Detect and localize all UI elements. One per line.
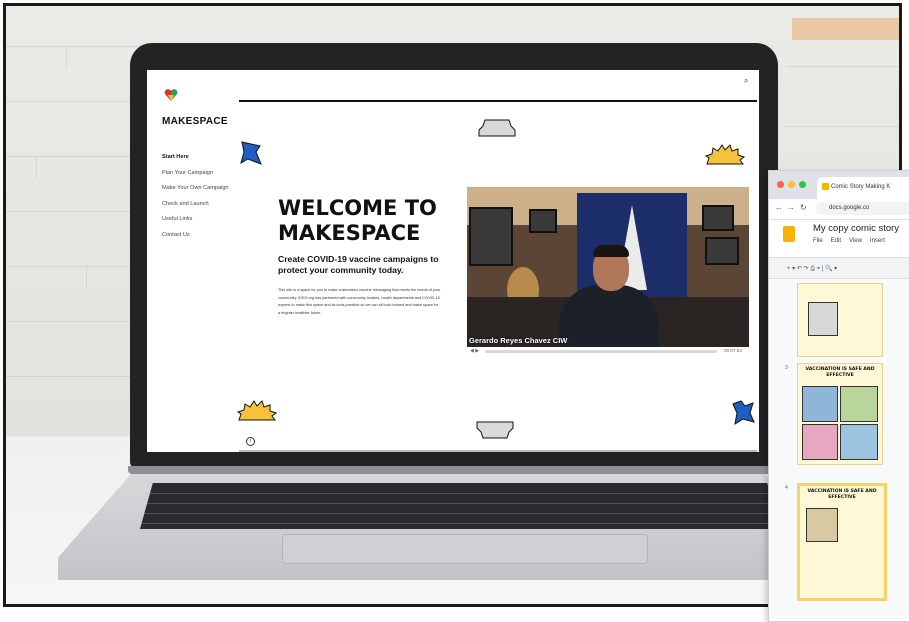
laptop-hinge	[128, 466, 780, 474]
comic-panel	[806, 508, 838, 542]
video-caption: Gerardo Reyes Chavez CIW	[469, 336, 568, 345]
video-frame-bg	[702, 205, 734, 231]
key-row	[140, 523, 780, 524]
hero-subtitle: Create COVID-19 vaccine campaigns to pro…	[278, 254, 439, 275]
laptop-trackpad	[282, 534, 648, 564]
wall-line	[6, 46, 146, 47]
blue-star-shape	[240, 141, 262, 165]
close-window-icon[interactable]	[777, 181, 784, 188]
forward-arrow-icon[interactable]: →	[787, 203, 795, 212]
laptop-keyboard	[140, 483, 780, 529]
url-field[interactable]: docs.google.co	[815, 202, 909, 215]
wall-line	[36, 156, 37, 178]
video-frame-bg	[529, 209, 557, 233]
wall-line	[6, 321, 146, 322]
slide-title: VACCINATION IS SAFE AND EFFECTIVE	[807, 489, 877, 500]
slide-number: 4	[785, 485, 788, 491]
slide-thumbnail[interactable]: VACCINATION IS SAFE AND EFFECTIVE	[797, 363, 883, 465]
gray-trapezoid-shape	[478, 119, 516, 137]
nav-make-your-own-campaign[interactable]: Make Your Own Campaign	[162, 183, 229, 199]
address-bar-row: ← → ↻ docs.google.co	[769, 199, 909, 220]
menu-bar: File Edit View Insert	[813, 238, 893, 244]
wall-line	[6, 101, 146, 102]
comic-panel	[840, 424, 878, 460]
video-player[interactable]: Gerardo Reyes Chavez CIW	[467, 187, 749, 347]
video-controls: ◀ ▶ 00:07:53	[467, 348, 749, 355]
nav-start-here[interactable]: Start Here	[162, 152, 229, 168]
wall-note-corner	[792, 18, 899, 40]
hero-title: WELCOME TO MAKESPACE	[278, 196, 437, 245]
video-frame-bg	[469, 207, 513, 266]
back-arrow-icon[interactable]: ←	[775, 203, 783, 212]
wall-line	[786, 126, 899, 127]
gray-trapezoid-shape	[476, 421, 514, 439]
video-frame-bg	[559, 285, 659, 347]
key-row	[140, 503, 780, 504]
comic-panel	[840, 386, 878, 422]
browser-tab-bar: Comic Story Making K	[769, 171, 909, 199]
video-duration: 00:07:53	[724, 348, 742, 353]
minimize-window-icon[interactable]	[788, 181, 795, 188]
laptop-screen: MAKESPACE ⌕ Start Here Plan Your Campaig…	[147, 70, 759, 452]
slides-app-icon[interactable]	[783, 226, 795, 242]
wall-line	[66, 46, 67, 68]
nav-check-and-launch[interactable]: Check and Launch	[162, 199, 229, 215]
slides-browser-window: Comic Story Making K ← → ↻ docs.google.c…	[768, 170, 909, 622]
key-row	[140, 493, 780, 494]
yellow-sun-shape	[237, 400, 277, 421]
comic-panel	[802, 424, 838, 460]
comic-panel	[802, 386, 838, 422]
wall-line	[786, 66, 899, 67]
nav-contact-us[interactable]: Contact Us	[162, 230, 229, 246]
heart-logo-icon[interactable]	[164, 88, 178, 102]
key-row	[140, 513, 780, 514]
menu-file[interactable]: File	[813, 238, 823, 244]
slide-number: 3	[785, 365, 788, 371]
yellow-sun-shape	[705, 144, 745, 165]
wall-line	[86, 266, 87, 288]
menu-insert[interactable]: Insert	[870, 238, 885, 244]
hero-body: This site is a space for you to make cus…	[278, 288, 441, 315]
menu-view[interactable]: View	[849, 238, 862, 244]
browser-tab[interactable]: Comic Story Making K	[817, 177, 909, 199]
video-frame-bg	[705, 237, 739, 265]
nav-plan-your-campaign[interactable]: Plan Your Campaign	[162, 168, 229, 184]
video-progress-bar[interactable]	[485, 350, 717, 353]
footer-rule	[239, 450, 757, 452]
wall-line	[6, 211, 146, 212]
search-icon[interactable]: ⌕	[744, 76, 748, 86]
blue-star-shape	[732, 400, 755, 426]
reload-icon[interactable]: ↻	[800, 203, 807, 212]
wall-line	[6, 266, 146, 267]
slide-thumbnail[interactable]	[797, 283, 883, 357]
slides-toolbar[interactable]: + ▾ ↶ ↷ ⎙ ⌖ | 🔍 ▾	[769, 257, 909, 279]
brand-name[interactable]: MAKESPACE	[162, 116, 228, 127]
info-icon[interactable]: i	[246, 437, 255, 446]
slide-filmstrip: 3 VACCINATION IS SAFE AND EFFECTIVE 4 VA…	[769, 279, 909, 619]
header-rule	[239, 100, 757, 102]
wall-line	[6, 376, 146, 377]
comic-panel	[808, 302, 838, 336]
video-frame-bg	[593, 245, 629, 257]
sidebar-nav: Start Here Plan Your Campaign Make Your …	[162, 152, 229, 245]
nav-useful-links[interactable]: Useful Links	[162, 214, 229, 230]
slides-favicon-icon	[822, 183, 829, 190]
slide-thumbnail-selected[interactable]: VACCINATION IS SAFE AND EFFECTIVE	[797, 483, 887, 601]
slide-title: VACCINATION IS SAFE AND EFFECTIVE	[805, 367, 875, 378]
document-title[interactable]: My copy comic story	[813, 223, 899, 234]
maximize-window-icon[interactable]	[799, 181, 806, 188]
wall-line	[6, 156, 146, 157]
play-icon[interactable]: ◀ ▶	[470, 348, 479, 354]
menu-edit[interactable]: Edit	[831, 238, 841, 244]
